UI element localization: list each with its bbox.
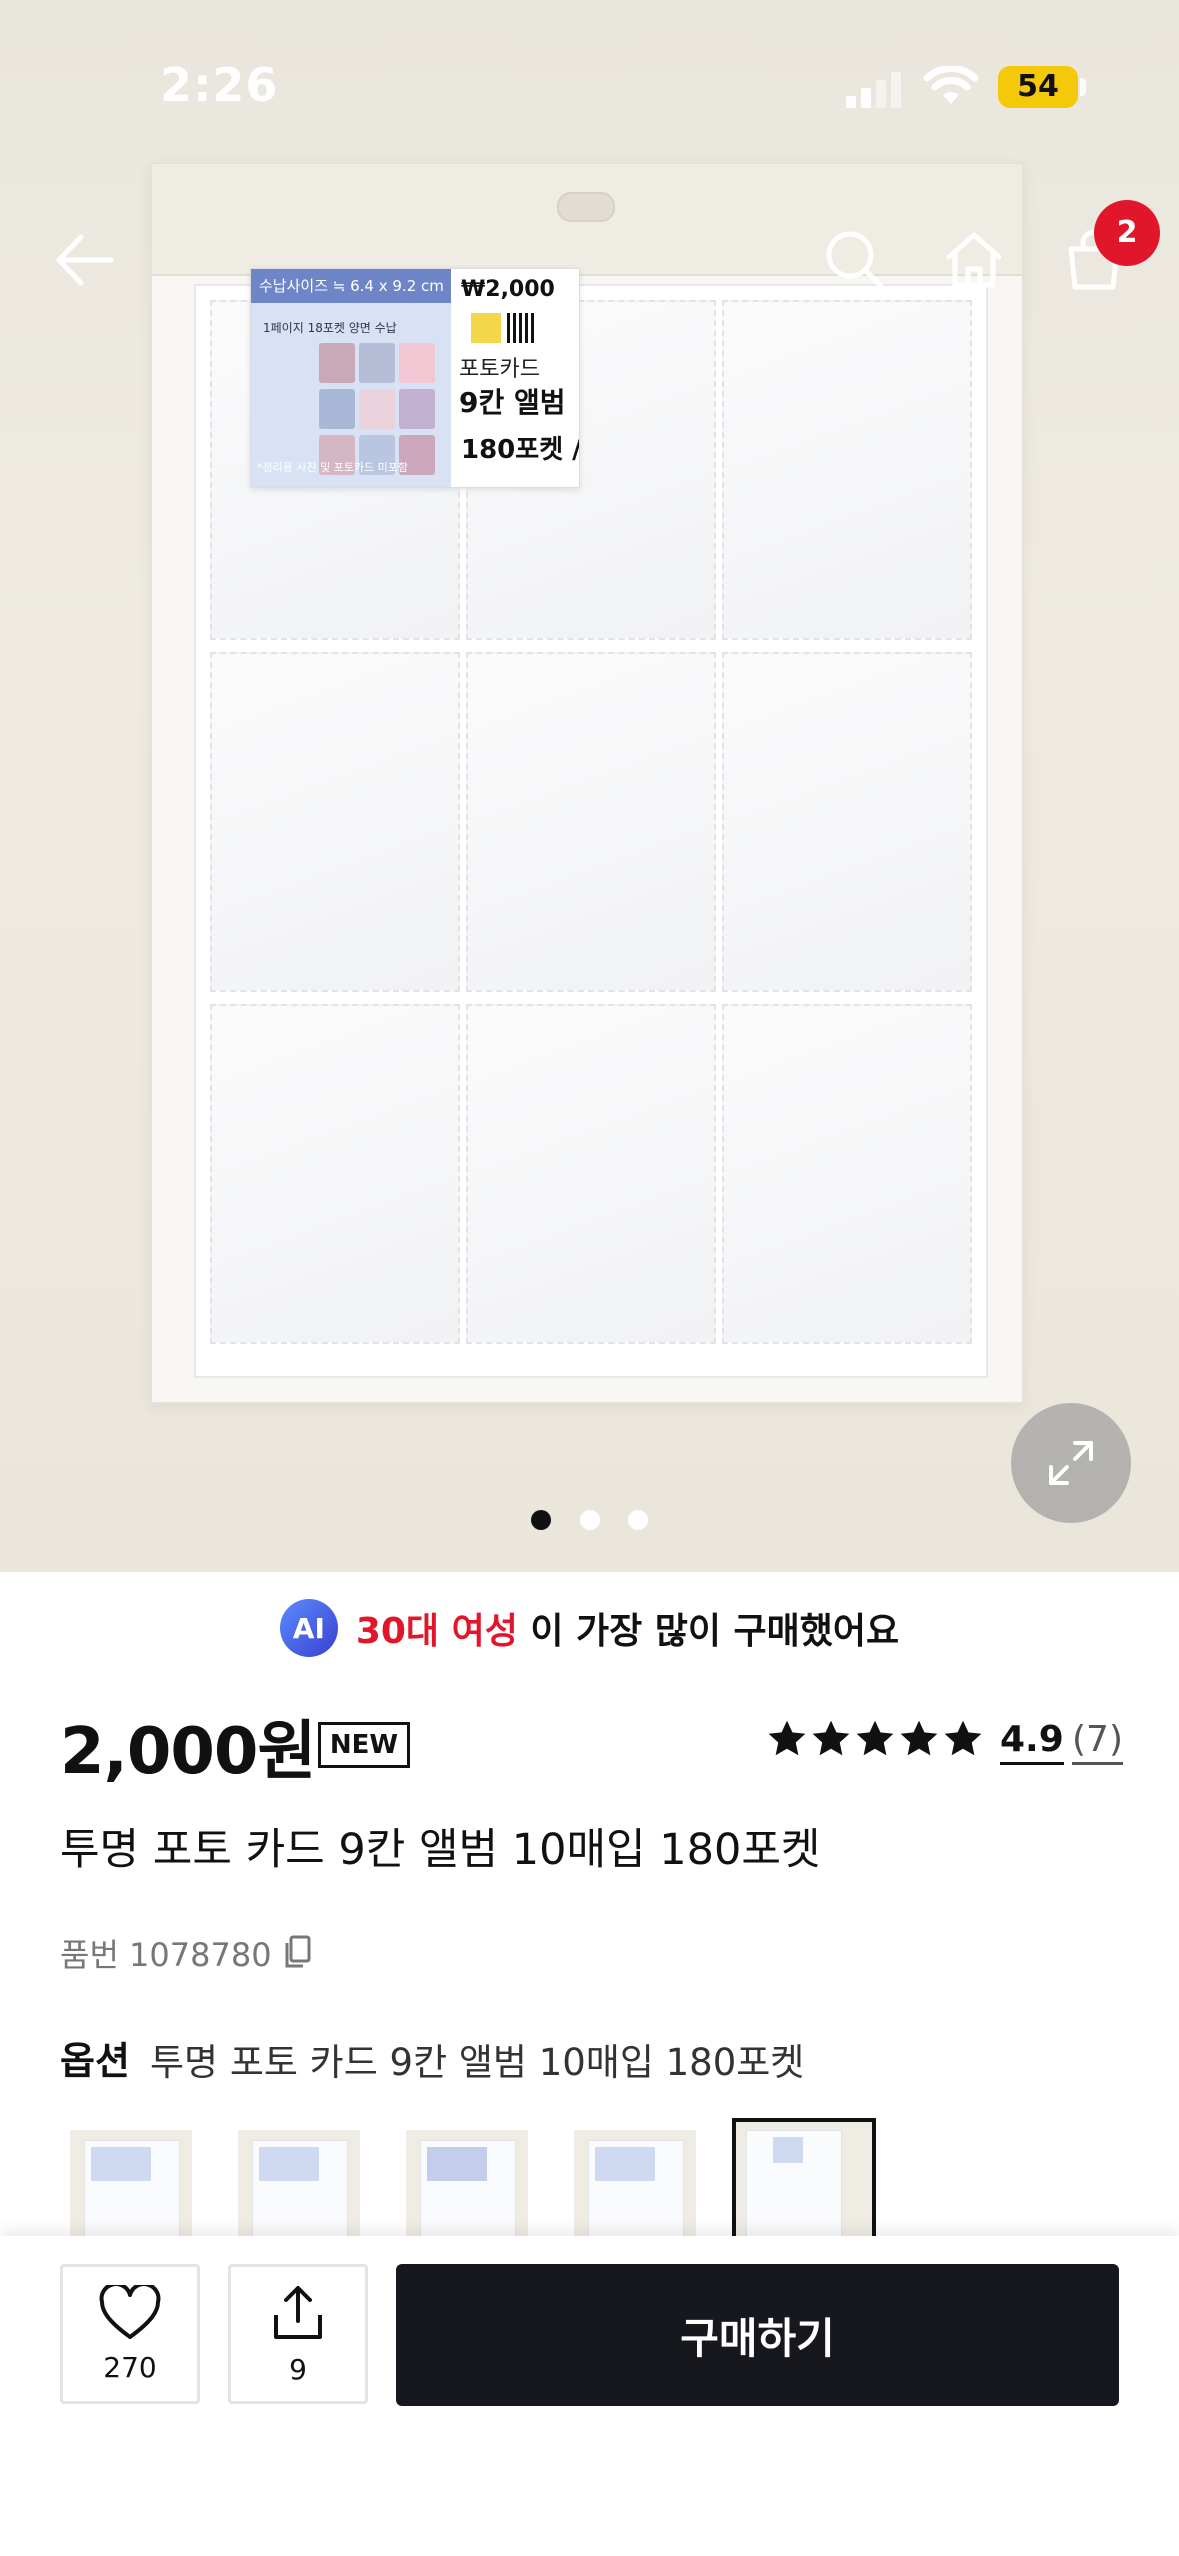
pocket [722, 300, 972, 640]
share-icon [274, 2285, 322, 2339]
ai-banner-message: 이 가장 많이 구매했어요 [517, 1611, 900, 1652]
sample-card [359, 389, 395, 429]
star-icon [856, 1720, 894, 1756]
sample-card [359, 343, 395, 383]
thumbnail-tag [773, 2137, 803, 2163]
tag-qr-code [507, 313, 537, 343]
pocket [466, 1004, 716, 1344]
option-value[interactable]: 투명 포토 카드 9칸 앨범 10매입 180포켓 [150, 2032, 804, 2086]
thumbnail-image [420, 2140, 516, 2245]
carousel-dot-1[interactable] [531, 1510, 551, 1530]
carousel-dot-3[interactable] [628, 1510, 648, 1530]
sample-card [399, 389, 435, 429]
buy-button[interactable]: 구매하기 [396, 2264, 1119, 2406]
option-thumbnail-2[interactable] [238, 2130, 360, 2245]
thumbnail-image [252, 2140, 348, 2245]
thumbnail-image [588, 2140, 684, 2245]
thumbnail-image [746, 2130, 842, 2239]
tag-title-line2: 9칸 앨범 [459, 386, 566, 419]
tag-barcode-label [471, 313, 501, 343]
pocket [210, 652, 460, 992]
ai-banner-highlight: 30대 여성 [355, 1611, 518, 1652]
thumbnail-tag [427, 2147, 487, 2181]
pocket [722, 652, 972, 992]
option-thumbnail-5-selected[interactable] [732, 2118, 876, 2243]
product-sku: 품번 1078780 [60, 1936, 272, 1974]
like-button[interactable]: 270 [60, 2264, 200, 2404]
option-thumbnail-4[interactable] [574, 2130, 696, 2245]
option-label: 옵션 [60, 2039, 130, 2083]
back-arrow-icon [56, 234, 114, 286]
pocket [210, 1004, 460, 1344]
copy-icon[interactable] [282, 1934, 312, 1970]
expand-icon [1049, 1441, 1093, 1485]
tag-note: *정리용 사진 및 포토카드 미포함 [257, 461, 409, 474]
thumbnail-tag [259, 2147, 319, 2181]
wifi-icon [923, 66, 979, 104]
thumbnail-tag [595, 2147, 655, 2181]
option-thumbnail-3[interactable] [406, 2130, 528, 2245]
product-title: 투명 포토 카드 9칸 앨범 10매입 180포켓 [60, 1825, 821, 1875]
search-icon [826, 231, 885, 290]
sample-card [319, 389, 355, 429]
rating-score[interactable]: 4.9 [1000, 1718, 1064, 1765]
back-button[interactable] [44, 220, 124, 300]
search-button[interactable] [815, 220, 895, 300]
rating-stars[interactable] [766, 1718, 984, 1760]
sample-card [399, 343, 435, 383]
cellular-signal-icon [846, 72, 901, 108]
status-time: 2:26 [160, 58, 279, 112]
option-thumbnail-1[interactable] [70, 2130, 192, 2245]
thumbnail-image [84, 2140, 180, 2245]
like-count: 270 [103, 2350, 157, 2384]
sample-card [319, 343, 355, 383]
share-button[interactable]: 9 [228, 2264, 368, 2404]
pocket [722, 1004, 972, 1344]
battery-level: 54 [1017, 69, 1059, 104]
carousel-dot-2[interactable] [580, 1510, 600, 1530]
star-icon [768, 1720, 806, 1756]
star-icon [944, 1720, 982, 1756]
review-count-link[interactable]: (7) [1072, 1718, 1123, 1765]
home-icon [946, 232, 1002, 288]
star-icon [900, 1720, 938, 1756]
tag-price: ₩2,000 [461, 277, 555, 302]
product-label-card: 수납사이즈 ≒ 6.4 x 9.2 cm 1페이지 18포켓 양면 수납 *정리… [250, 268, 580, 488]
thumbnail-tag [91, 2147, 151, 2181]
battery-tip [1080, 78, 1086, 96]
star-icon [812, 1720, 850, 1756]
tag-inner-label: 1페이지 18포켓 양면 수납 [263, 321, 397, 335]
tag-size-header: 수납사이즈 ≒ 6.4 x 9.2 cm [251, 269, 451, 303]
home-button[interactable] [934, 220, 1014, 300]
pocket [466, 652, 716, 992]
tag-title-line3: 180포켓 / 10매 [461, 435, 579, 465]
share-count: 9 [289, 2352, 307, 2386]
ai-badge: AI [279, 1599, 338, 1657]
expand-image-button[interactable] [1011, 1403, 1131, 1523]
ai-banner-text: 30대 여성 이 가장 많이 구매했어요 [356, 1602, 899, 1654]
product-price: 2,000원 [60, 1715, 316, 1789]
hang-hole [557, 192, 615, 222]
cart-count-badge: 2 [1094, 200, 1160, 266]
new-badge: NEW [318, 1722, 410, 1768]
ai-recommendation-banner: AI 30대 여성 이 가장 많이 구매했어요 [0, 1598, 1179, 1658]
tag-title-line1: 포토카드 [459, 357, 540, 382]
heart-icon [99, 2284, 161, 2339]
